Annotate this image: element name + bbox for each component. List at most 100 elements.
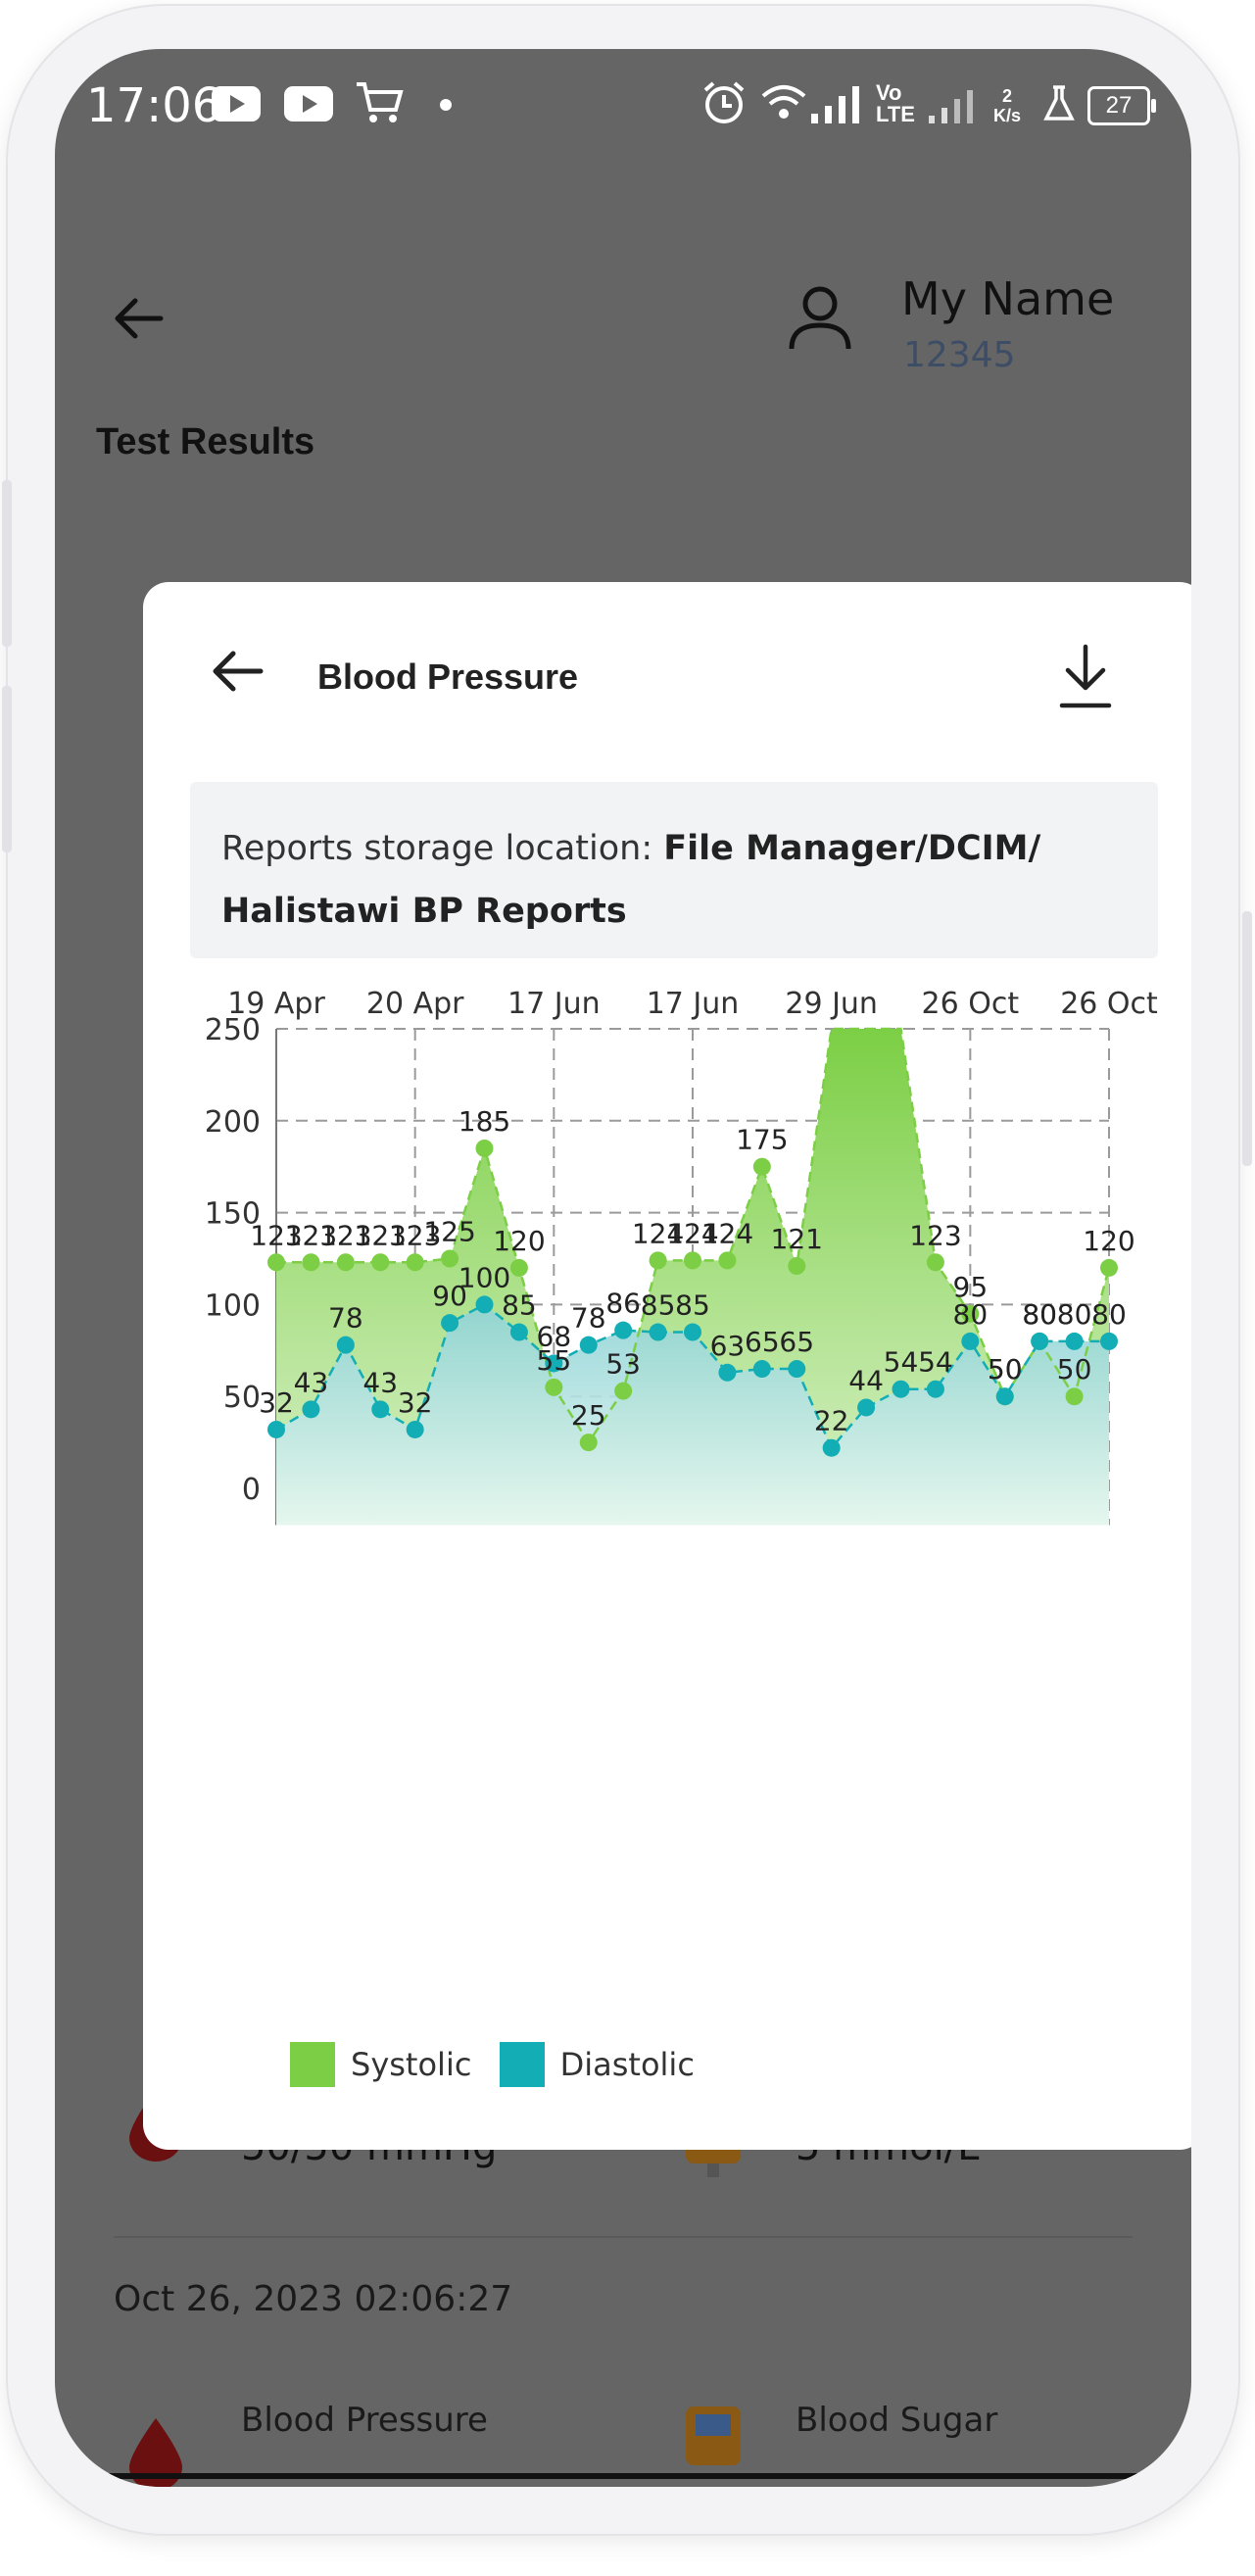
user-id: 12345 (903, 335, 1016, 375)
y-tick-0: 0 (242, 1473, 261, 1507)
diastolic-label-21: 50 (988, 1353, 1023, 1385)
systolic-point-2 (336, 1253, 355, 1272)
back-arrow-icon[interactable] (110, 294, 169, 343)
x-tick-1: 20 Apr (366, 987, 464, 1021)
diastolic-label-22: 80 (1022, 1298, 1057, 1331)
network-speed: 2 K/s (988, 86, 1027, 125)
diastolic-point-9 (579, 1336, 598, 1354)
systolic-point-3 (371, 1253, 390, 1272)
wifi-icon (761, 85, 806, 119)
diastolic-label-12: 85 (675, 1289, 710, 1322)
status-bar: 17:06 Vo LTE 2 K/s 27 (55, 49, 1191, 167)
network-speed-value: 2 (1001, 86, 1012, 106)
blood-pressure-chart: 05010015020025019 Apr 20 Apr 17 Jun 17 Jun 2… (205, 987, 1158, 1526)
x-tick-4: 29 Jun (785, 987, 878, 1021)
alarm-icon (703, 81, 745, 123)
systolic-point-8 (545, 1378, 563, 1396)
y-tick-50: 50 (223, 1381, 261, 1415)
sugar-label: Blood Sugar (796, 2401, 998, 2440)
systolic-point-4 (406, 1253, 424, 1272)
flask-icon (1043, 85, 1075, 121)
systolic-label-23: 50 (1057, 1353, 1092, 1385)
diastolic-label-23: 80 (1057, 1298, 1092, 1331)
chart-legend: Systolic Diastolic (290, 2042, 712, 2091)
systolic-point-24 (1100, 1258, 1118, 1277)
systolic-point-19 (926, 1253, 944, 1272)
systolic-point-7 (509, 1258, 528, 1277)
diastolic-point-23 (1065, 1332, 1084, 1350)
diastolic-label-7: 85 (502, 1289, 537, 1322)
diastolic-point-11 (649, 1323, 667, 1341)
glucose-meter-icon-2 (686, 2406, 741, 2465)
blood-pressure-dialog: Blood Pressure Reports storage location:… (143, 582, 1191, 2150)
systolic-point-1 (302, 1253, 320, 1272)
diastolic-label-14: 65 (745, 1326, 780, 1358)
systolic-point-14 (752, 1157, 771, 1176)
legend-diastolic: Diastolic (499, 2042, 695, 2087)
systolic-label-15: 121 (771, 1223, 823, 1255)
systolic-label-5: 125 (423, 1216, 475, 1248)
diastolic-point-18 (892, 1380, 910, 1398)
dialog-back-arrow-icon[interactable] (208, 647, 266, 696)
network-speed-unit: K/s (992, 106, 1021, 125)
diastolic-label-19: 54 (918, 1346, 953, 1379)
dialog-title: Blood Pressure (317, 656, 579, 697)
user-name: My Name (901, 272, 1115, 325)
user-icon[interactable] (782, 280, 858, 357)
systolic-label-6: 185 (459, 1105, 510, 1138)
diastolic-point-13 (718, 1363, 737, 1382)
diastolic-point-15 (788, 1360, 806, 1379)
systolic-point-12 (684, 1251, 701, 1270)
diastolic-point-24 (1100, 1332, 1118, 1350)
youtube-icon (212, 86, 261, 122)
divider (114, 2236, 1133, 2238)
legend-systolic-swatch (290, 2042, 335, 2087)
diastolic-label-10: 86 (605, 1288, 641, 1320)
diastolic-label-2: 78 (328, 1302, 363, 1335)
diastolic-label-11: 85 (641, 1289, 676, 1322)
systolic-point-11 (649, 1251, 667, 1270)
signal-icon (811, 86, 859, 123)
signal-icon-2 (929, 90, 973, 123)
systolic-point-10 (614, 1382, 633, 1400)
legend-systolic: Systolic (290, 2042, 471, 2087)
systolic-label-10: 53 (605, 1348, 641, 1381)
legend-diastolic-swatch (499, 2042, 545, 2087)
page-title: Test Results (96, 421, 315, 462)
diastolic-label-4: 32 (398, 1386, 433, 1419)
systolic-label-13: 124 (701, 1217, 753, 1249)
y-tick-200: 200 (205, 1105, 261, 1140)
status-time: 17:06 (86, 78, 222, 133)
diastolic-point-12 (684, 1323, 701, 1341)
record-date: Oct 26, 2023 02:06:27 (114, 2279, 513, 2319)
bp-label: Blood Pressure (241, 2401, 488, 2440)
side-button-left-2 (2, 686, 12, 852)
diastolic-label-3: 43 (362, 1366, 398, 1398)
diastolic-point-6 (475, 1295, 494, 1314)
side-button-left (2, 480, 12, 647)
diastolic-label-9: 78 (571, 1302, 606, 1335)
systolic-point-13 (718, 1251, 737, 1270)
systolic-label-24: 120 (1083, 1225, 1134, 1257)
systolic-point-5 (441, 1249, 459, 1268)
diastolic-point-22 (1031, 1332, 1049, 1350)
download-icon[interactable] (1056, 643, 1115, 711)
diastolic-point-5 (441, 1314, 459, 1333)
storage-info-prefix: Reports storage location: (221, 829, 664, 868)
diastolic-point-14 (752, 1360, 771, 1379)
x-tick-5: 26 Oct (922, 987, 1020, 1021)
diastolic-point-10 (614, 1321, 633, 1339)
legend-diastolic-label: Diastolic (559, 2046, 695, 2083)
shopping-cart-icon (357, 82, 404, 122)
systolic-label-19: 123 (909, 1219, 961, 1251)
diastolic-label-1: 43 (294, 1366, 329, 1398)
diastolic-point-4 (406, 1420, 424, 1438)
diastolic-point-19 (926, 1380, 944, 1398)
x-tick-0: 19 Apr (227, 987, 325, 1021)
diastolic-point-7 (509, 1323, 528, 1341)
systolic-point-23 (1065, 1387, 1084, 1406)
diastolic-label-18: 54 (884, 1346, 919, 1379)
systolic-point-6 (475, 1139, 494, 1157)
diastolic-label-8: 68 (537, 1320, 572, 1352)
diastolic-label-17: 44 (848, 1364, 884, 1396)
